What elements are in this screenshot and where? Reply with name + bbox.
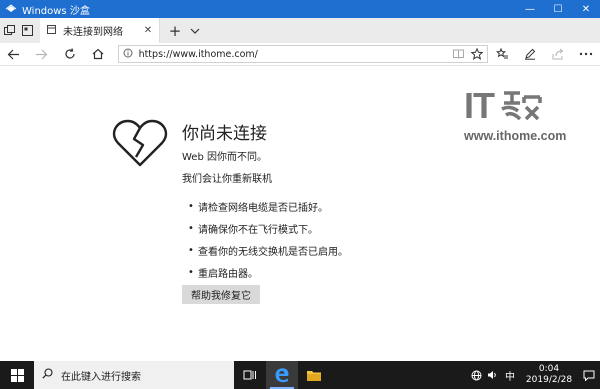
navigation-bar: https://www.ithome.com/: [0, 43, 600, 66]
notes-pen-icon[interactable]: [516, 43, 544, 66]
share-icon[interactable]: [544, 43, 572, 66]
file-explorer-icon[interactable]: [298, 361, 330, 389]
error-title: 你尚未连接: [182, 124, 267, 144]
edge-browser-icon[interactable]: [266, 361, 298, 389]
set-aside-tabs-icon[interactable]: [0, 18, 18, 43]
volume-icon[interactable]: [484, 370, 500, 380]
favorite-star-icon[interactable]: [467, 48, 487, 60]
list-item: • 请检查网络电缆是否已插好。: [188, 200, 328, 214]
tab-active[interactable]: 未连接到网络 ✕: [40, 18, 160, 43]
page-icon: [46, 24, 57, 38]
list-item: • 查看你的无线交换机是否已启用。: [188, 244, 348, 258]
sandbox-app-icon: [4, 2, 18, 16]
action-center-icon[interactable]: [578, 370, 600, 381]
network-globe-icon[interactable]: [468, 370, 484, 381]
tab-bar: 未连接到网络 ✕ +: [0, 18, 600, 43]
error-subtitle: Web 因你而不同。: [182, 152, 267, 163]
start-button[interactable]: [0, 361, 34, 389]
tab-close-icon[interactable]: ✕: [141, 25, 155, 36]
broken-heart-icon: [112, 119, 168, 172]
list-item: • 重启路由器。: [188, 266, 258, 280]
new-tab-button[interactable]: +: [164, 18, 186, 43]
tab-label: 未连接到网络: [63, 27, 123, 38]
taskbar-search[interactable]: 在此键入进行搜索: [34, 361, 234, 389]
watermark-site: www.ithome.com: [464, 129, 567, 143]
refresh-button[interactable]: [56, 43, 84, 66]
window-title: Windows 沙盒: [22, 5, 90, 17]
troubleshooting-list: • 请检查网络电缆是否已插好。 • 请确保你不在飞行模式下。 • 查看你的无线交换机是…: [188, 195, 348, 283]
page-content: 你尚未连接 Web 因你而不同。 我们会让你重新联机 • 请检查网络电缆是否已插好…: [0, 67, 600, 361]
clock-time: 0:04: [538, 364, 560, 374]
task-view-icon[interactable]: [234, 361, 266, 389]
ithome-watermark: IT www.ithome.com: [464, 85, 574, 143]
url-text[interactable]: https://www.ithome.com/: [139, 49, 449, 60]
close-button[interactable]: ✕: [572, 0, 600, 18]
reading-view-icon[interactable]: [449, 49, 467, 59]
watermark-home-glyph: [501, 91, 542, 121]
maximize-button[interactable]: ☐: [544, 0, 572, 18]
search-icon: [42, 368, 53, 382]
info-icon[interactable]: [123, 48, 133, 61]
tab-preview-icon[interactable]: [18, 18, 36, 43]
favorites-hub-icon[interactable]: [488, 43, 516, 66]
ime-indicator[interactable]: 中: [500, 368, 520, 383]
search-placeholder: 在此键入进行搜索: [61, 371, 141, 383]
forward-button[interactable]: [28, 43, 56, 66]
fix-it-button[interactable]: 帮助我修复它: [182, 285, 260, 304]
error-hint: 我们会让你重新联机: [182, 174, 272, 185]
minimize-button[interactable]: —: [516, 0, 544, 18]
tab-menu-chevron-icon[interactable]: [186, 18, 204, 43]
list-item: • 请确保你不在飞行模式下。: [188, 222, 318, 236]
watermark-logo: IT: [464, 85, 574, 127]
system-tray: 中 0:04 2019/2/28: [468, 361, 600, 389]
more-options-icon[interactable]: [572, 43, 600, 66]
clock[interactable]: 0:04 2019/2/28: [520, 364, 578, 386]
clock-date: 2019/2/28: [525, 375, 573, 385]
home-button[interactable]: [84, 43, 112, 66]
window-titlebar[interactable]: Windows 沙盒 — ☐ ✕: [0, 0, 600, 18]
taskbar: 在此键入进行搜索 中 0:04 2019/2/28: [0, 361, 600, 389]
address-bar[interactable]: https://www.ithome.com/: [117, 45, 489, 63]
back-button[interactable]: [0, 43, 28, 66]
